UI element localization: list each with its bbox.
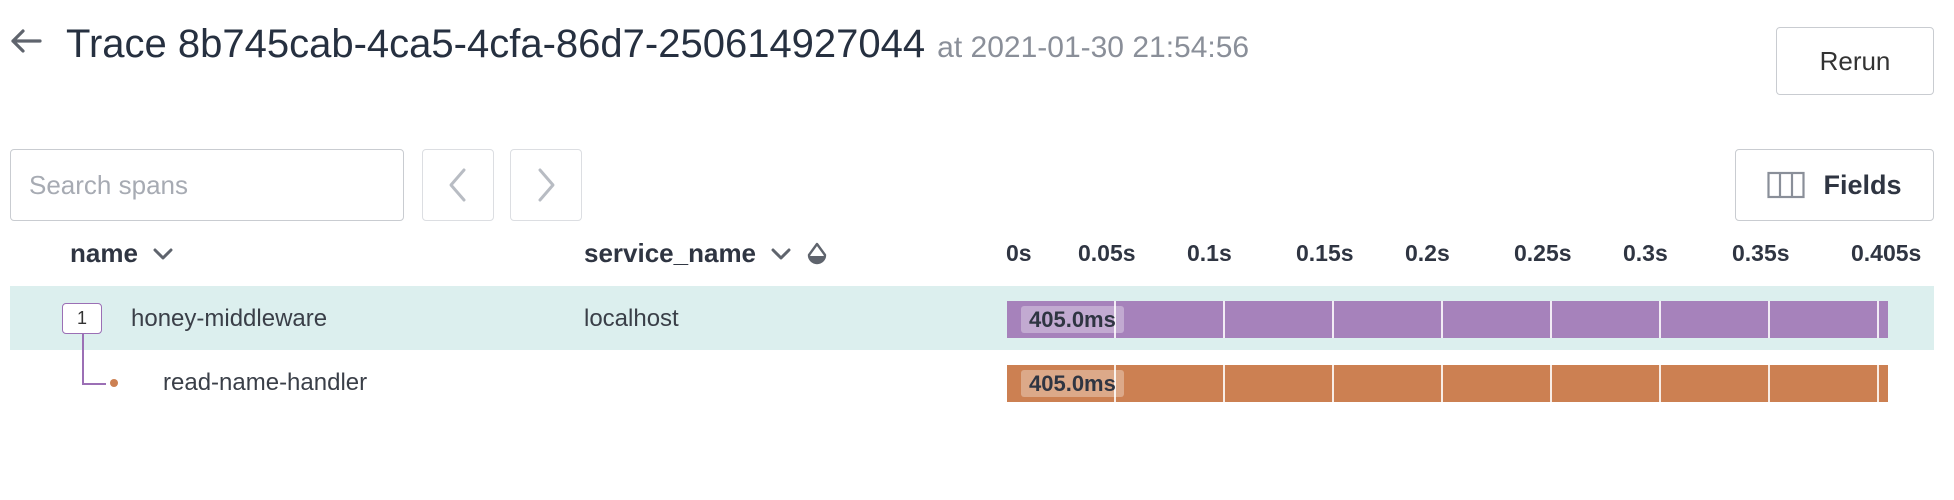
tree-connector (82, 334, 84, 384)
timeline-gridline (1768, 301, 1770, 338)
chevron-down-icon[interactable] (770, 247, 792, 261)
timeline-tick-label: 0.35s (1732, 240, 1790, 266)
trace-timestamp: at 2021-01-30 21:54:56 (937, 31, 1250, 64)
timeline-tick-label: 0.1s (1187, 240, 1232, 266)
chevron-left-icon (449, 168, 466, 202)
page-title-row: Trace 8b745cab-4ca5-4cfa-86d7-2506149270… (66, 22, 1249, 67)
tree-connector (82, 383, 106, 385)
chevron-right-icon (538, 168, 555, 202)
span-duration-bar[interactable] (1007, 365, 1888, 402)
search-spans-input[interactable] (10, 149, 404, 221)
timeline-gridline (1550, 365, 1552, 402)
span-name: honey-middleware (131, 305, 328, 332)
span-dot-icon (110, 379, 118, 387)
timeline-gridline (1877, 365, 1879, 402)
timeline-tick-label: 0.15s (1296, 240, 1354, 266)
span-name: read-name-handler (163, 369, 368, 396)
column-header-name[interactable]: name (70, 238, 174, 269)
timeline-gridline (1768, 365, 1770, 402)
timeline-gridline (1332, 365, 1334, 402)
timeline-gridline (1223, 301, 1225, 338)
span-depth-badge[interactable]: 1 (62, 303, 102, 334)
timeline-gridline (1441, 301, 1443, 338)
timeline-tick-label: 0.2s (1405, 240, 1450, 266)
timeline-gridline (1877, 301, 1879, 338)
span-duration-label: 405.0ms (1021, 306, 1124, 333)
timeline-gridline (1659, 365, 1661, 402)
span-duration-label: 405.0ms (1021, 370, 1124, 397)
span-duration-bar[interactable] (1007, 301, 1888, 338)
column-header-service-name[interactable]: service_name (584, 238, 828, 269)
timeline-tick-label: 0.25s (1514, 240, 1572, 266)
timeline-gridline (1441, 365, 1443, 402)
arrow-left-icon[interactable] (10, 28, 42, 54)
timeline-gridline (1659, 301, 1661, 338)
column-header-service-name-label: service_name (584, 238, 757, 268)
timeline-tick-label: 0.05s (1078, 240, 1136, 266)
timeline-tick-label: 0.405s (1851, 240, 1922, 266)
column-header-name-label: name (70, 238, 138, 268)
span-service-name: localhost (584, 305, 679, 332)
droplet-icon[interactable] (806, 242, 828, 266)
next-span-button[interactable] (510, 149, 582, 221)
fields-button[interactable]: Fields (1735, 149, 1934, 221)
fields-label: Fields (1823, 169, 1902, 200)
previous-span-button[interactable] (422, 149, 494, 221)
timeline-tick-label: 0.3s (1623, 240, 1668, 266)
timeline-gridline (1550, 301, 1552, 338)
page-title: Trace 8b745cab-4ca5-4cfa-86d7-2506149270… (66, 22, 926, 66)
rerun-button[interactable]: Rerun (1776, 27, 1934, 95)
columns-icon (1767, 171, 1806, 199)
timeline-gridline (1223, 365, 1225, 402)
timeline-tick-label: 0s (1006, 240, 1032, 266)
timeline-gridline (1332, 301, 1334, 338)
chevron-down-icon[interactable] (152, 247, 174, 261)
